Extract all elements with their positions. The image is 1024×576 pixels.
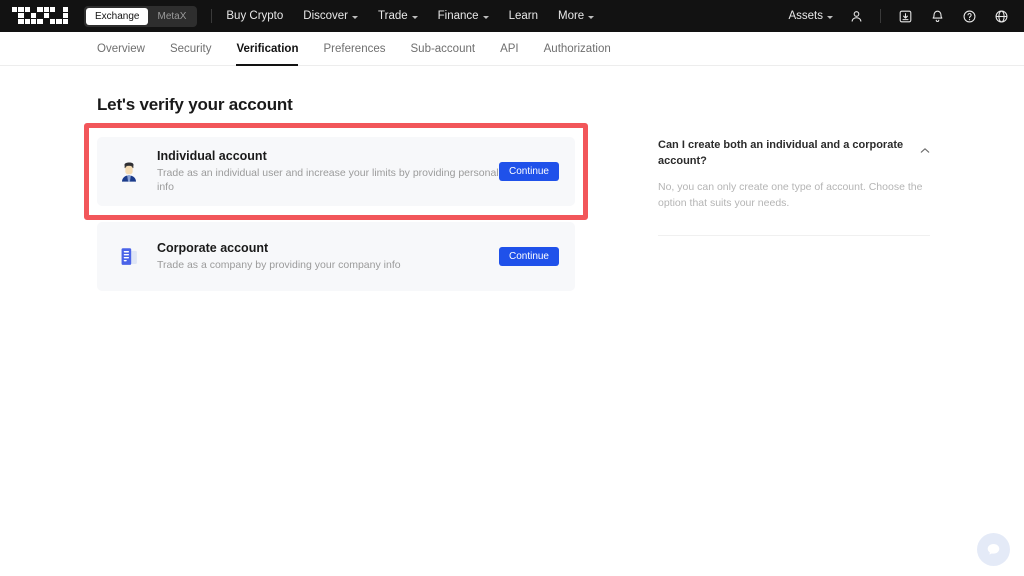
corporate-continue-button[interactable]: Continue [498, 247, 559, 266]
individual-card-description: Trade as an individual user and increase… [157, 166, 499, 193]
download-icon[interactable] [896, 7, 914, 25]
chevron-down-icon [482, 15, 489, 19]
faq-panel: Can I create both an individual and a co… [658, 138, 930, 237]
nav-label: More [557, 10, 585, 22]
main-content: Let's verify your account Individual acc… [0, 66, 1024, 576]
corporate-card-text: Corporate account Trade as a company by … [157, 241, 499, 273]
individual-account-card[interactable]: Individual account Trade as an individua… [84, 123, 588, 220]
app-root: Exchange MetaX Buy Crypto Discover Trade… [0, 0, 1024, 576]
faq-divider [658, 235, 930, 237]
assets-label: Assets [788, 10, 823, 22]
corporate-building-icon [115, 243, 143, 271]
corporate-account-card[interactable]: Corporate account Trade as a company by … [97, 222, 575, 291]
chevron-down-icon [411, 15, 418, 19]
faq-question: Can I create both an individual and a co… [658, 139, 904, 167]
nav-item-finance[interactable]: Finance [438, 10, 489, 22]
tab-authorization[interactable]: Authorization [544, 32, 611, 66]
tab-verification[interactable]: Verification [236, 32, 299, 66]
tab-preferences[interactable]: Preferences [323, 32, 385, 66]
help-icon[interactable] [960, 7, 978, 25]
nav-item-assets[interactable]: Assets [788, 10, 833, 22]
okx-logo[interactable] [12, 7, 68, 25]
nav-label: Finance [437, 10, 479, 22]
corporate-card-description: Trade as a company by providing your com… [157, 258, 401, 271]
product-switcher[interactable]: Exchange MetaX [84, 5, 198, 27]
nav-label: Trade [378, 10, 408, 22]
individual-avatar-icon [115, 158, 143, 186]
account-settings-tabs: Overview Security Verification Preferenc… [0, 32, 1024, 66]
chevron-down-icon [352, 15, 359, 19]
chat-bubble-icon[interactable] [977, 533, 1010, 566]
top-navigation-bar: Exchange MetaX Buy Crypto Discover Trade… [0, 0, 1024, 32]
nav-label: Learn [508, 10, 538, 22]
nav-right-group: Assets [788, 7, 1010, 25]
account-type-list: Individual account Trade as an individua… [84, 123, 588, 291]
tab-sub-account[interactable]: Sub-account [411, 32, 476, 66]
faq-item-header[interactable]: Can I create both an individual and a co… [658, 138, 930, 170]
nav-item-more[interactable]: More [557, 10, 595, 22]
user-icon[interactable] [847, 7, 865, 25]
nav-divider [211, 9, 213, 23]
switcher-exchange[interactable]: Exchange [86, 7, 149, 25]
chevron-down-icon [588, 15, 595, 19]
chevron-down-icon [827, 15, 833, 19]
faq-answer: No, you can only create one type of acco… [658, 180, 923, 210]
tab-api[interactable]: API [500, 32, 519, 66]
nav-item-discover[interactable]: Discover [303, 10, 359, 22]
nav-label: Buy Crypto [226, 10, 284, 22]
switcher-metax[interactable]: MetaX [148, 8, 195, 25]
individual-card-text: Individual account Trade as an individua… [157, 149, 499, 194]
primary-nav-links: Buy Crypto Discover Trade Finance Learn … [226, 10, 595, 22]
page-title: Let's verify your account [97, 95, 293, 114]
tab-overview[interactable]: Overview [97, 32, 145, 66]
individual-card-title: Individual account [157, 148, 267, 163]
corporate-card-title: Corporate account [157, 240, 269, 255]
nav-label: Discover [303, 10, 349, 22]
nav-divider-right [880, 9, 881, 23]
nav-item-buy-crypto[interactable]: Buy Crypto [226, 10, 283, 22]
globe-icon[interactable] [992, 7, 1010, 25]
individual-continue-button[interactable]: Continue [498, 162, 559, 181]
nav-item-learn[interactable]: Learn [509, 10, 538, 22]
nav-item-trade[interactable]: Trade [378, 10, 418, 22]
tab-security[interactable]: Security [170, 32, 212, 66]
chevron-up-icon[interactable] [920, 141, 930, 159]
bell-icon[interactable] [928, 7, 946, 25]
